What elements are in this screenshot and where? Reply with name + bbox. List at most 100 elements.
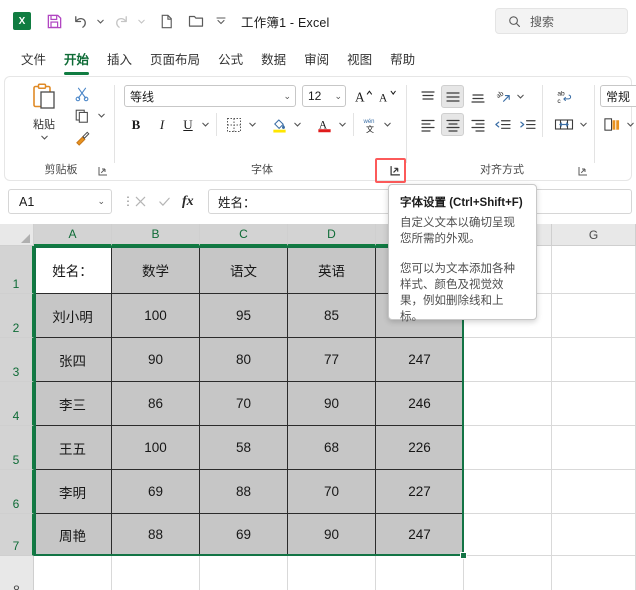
cell-b3[interactable]: 90 <box>112 338 200 382</box>
cell-e4[interactable]: 246 <box>376 382 464 426</box>
align-center-button[interactable] <box>441 113 464 136</box>
tab-insert[interactable]: 插入 <box>98 46 141 72</box>
column-header-c[interactable]: C <box>200 224 288 246</box>
cell-b4[interactable]: 86 <box>112 382 200 426</box>
cell-e6[interactable]: 227 <box>376 470 464 514</box>
row-header-1[interactable]: 1 <box>0 246 34 294</box>
cell-f8[interactable] <box>464 556 552 590</box>
row-header-6[interactable]: 6 <box>0 470 34 514</box>
cell-d4[interactable]: 90 <box>288 382 376 426</box>
cell-d5[interactable]: 68 <box>288 426 376 470</box>
cell-e5[interactable]: 226 <box>376 426 464 470</box>
column-header-g[interactable]: G <box>552 224 636 246</box>
font-size-combo[interactable]: 12 ⌄ <box>302 85 346 107</box>
tab-data[interactable]: 数据 <box>252 46 295 72</box>
column-header-b[interactable]: B <box>112 224 200 246</box>
cell-d2[interactable]: 85 <box>288 294 376 338</box>
font-color-caret-icon[interactable] <box>336 113 349 136</box>
customize-qat-icon[interactable] <box>214 9 227 33</box>
cell-b2[interactable]: 100 <box>112 294 200 338</box>
cell-c3[interactable]: 80 <box>200 338 288 382</box>
tab-file[interactable]: 文件 <box>12 46 55 72</box>
copy-caret-icon[interactable] <box>95 105 108 126</box>
merge-caret-icon[interactable] <box>577 113 590 136</box>
cell-d7[interactable]: 90 <box>288 514 376 556</box>
orientation-caret-icon[interactable] <box>514 85 527 108</box>
column-header-a[interactable]: A <box>34 224 112 246</box>
align-left-button[interactable] <box>416 113 439 136</box>
cell-c2[interactable]: 95 <box>200 294 288 338</box>
cell-c6[interactable]: 88 <box>200 470 288 514</box>
select-all-corner[interactable] <box>0 224 34 246</box>
undo-caret-icon[interactable] <box>94 9 107 33</box>
clipboard-dialog-launcher[interactable] <box>95 163 111 178</box>
borders-button[interactable] <box>222 113 246 136</box>
cell-d8[interactable] <box>288 556 376 590</box>
cell-c8[interactable] <box>200 556 288 590</box>
tab-formulas[interactable]: 公式 <box>209 46 252 72</box>
cell-f5[interactable] <box>464 426 552 470</box>
row-header-5[interactable]: 5 <box>0 426 34 470</box>
cell-f3[interactable] <box>464 338 552 382</box>
row-header-7[interactable]: 7 <box>0 514 34 556</box>
cell-d6[interactable]: 70 <box>288 470 376 514</box>
cell-f7[interactable] <box>464 514 552 556</box>
row-header-4[interactable]: 4 <box>0 382 34 426</box>
cell-a2[interactable]: 刘小明 <box>34 294 112 338</box>
cell-d3[interactable]: 77 <box>288 338 376 382</box>
cell-b1[interactable]: 数学 <box>112 246 200 294</box>
cell-a8[interactable] <box>34 556 112 590</box>
align-top-button[interactable] <box>416 85 439 108</box>
cell-e8[interactable] <box>376 556 464 590</box>
borders-caret-icon[interactable] <box>246 113 259 136</box>
format-painter-button[interactable] <box>69 127 95 148</box>
cell-g8[interactable] <box>552 556 636 590</box>
cell-f6[interactable] <box>464 470 552 514</box>
open-folder-icon[interactable] <box>184 9 208 33</box>
tab-home[interactable]: 开始 <box>55 46 98 75</box>
cell-a3[interactable]: 张四 <box>34 338 112 382</box>
font-color-button[interactable]: A <box>312 113 336 136</box>
bold-button[interactable]: B <box>125 113 147 136</box>
cut-button[interactable] <box>69 83 95 104</box>
phonetic-guide-button[interactable]: wén 文 <box>359 113 381 136</box>
font-name-caret-icon[interactable]: ⌄ <box>283 91 291 102</box>
font-name-combo[interactable]: 等线 ⌄ <box>124 85 296 107</box>
name-box[interactable]: A1 ⌄ <box>8 189 112 214</box>
tab-review[interactable]: 审阅 <box>295 46 338 72</box>
cell-b7[interactable]: 88 <box>112 514 200 556</box>
cell-b6[interactable]: 69 <box>112 470 200 514</box>
name-box-caret-icon[interactable]: ⌄ <box>97 196 105 207</box>
tab-view[interactable]: 视图 <box>338 46 381 72</box>
search-box[interactable]: 搜索 <box>495 8 628 34</box>
italic-button[interactable]: I <box>151 113 173 136</box>
cell-g2[interactable] <box>552 294 636 338</box>
row-header-8[interactable]: 8 <box>0 556 34 590</box>
alignment-dialog-launcher[interactable] <box>575 163 591 178</box>
orientation-button[interactable]: ab <box>493 85 516 108</box>
cell-c7[interactable]: 69 <box>200 514 288 556</box>
row-header-3[interactable]: 3 <box>0 338 34 382</box>
decrease-indent-button[interactable] <box>491 113 514 136</box>
align-middle-button[interactable] <box>441 85 464 108</box>
accounting-caret-icon[interactable] <box>624 113 636 136</box>
row-header-2[interactable]: 2 <box>0 294 34 338</box>
tab-page-layout[interactable]: 页面布局 <box>141 46 209 72</box>
cell-a1[interactable]: 姓名： <box>34 246 112 294</box>
cell-a7[interactable]: 周艳 <box>34 514 112 556</box>
cell-a5[interactable]: 王五 <box>34 426 112 470</box>
cell-g7[interactable] <box>552 514 636 556</box>
shrink-font-button[interactable]: A <box>376 85 398 107</box>
cell-a4[interactable]: 李三 <box>34 382 112 426</box>
cell-e7[interactable]: 247 <box>376 514 464 556</box>
cell-e3[interactable]: 247 <box>376 338 464 382</box>
align-right-button[interactable] <box>466 113 489 136</box>
new-file-icon[interactable] <box>154 9 178 33</box>
grow-font-button[interactable]: A <box>352 85 374 107</box>
cell-b5[interactable]: 100 <box>112 426 200 470</box>
cell-g4[interactable] <box>552 382 636 426</box>
phonetic-caret-icon[interactable] <box>381 113 394 136</box>
underline-caret-icon[interactable] <box>199 113 212 136</box>
number-format-combo[interactable]: 常规 <box>600 85 636 107</box>
merge-cells-button[interactable] <box>551 113 577 136</box>
